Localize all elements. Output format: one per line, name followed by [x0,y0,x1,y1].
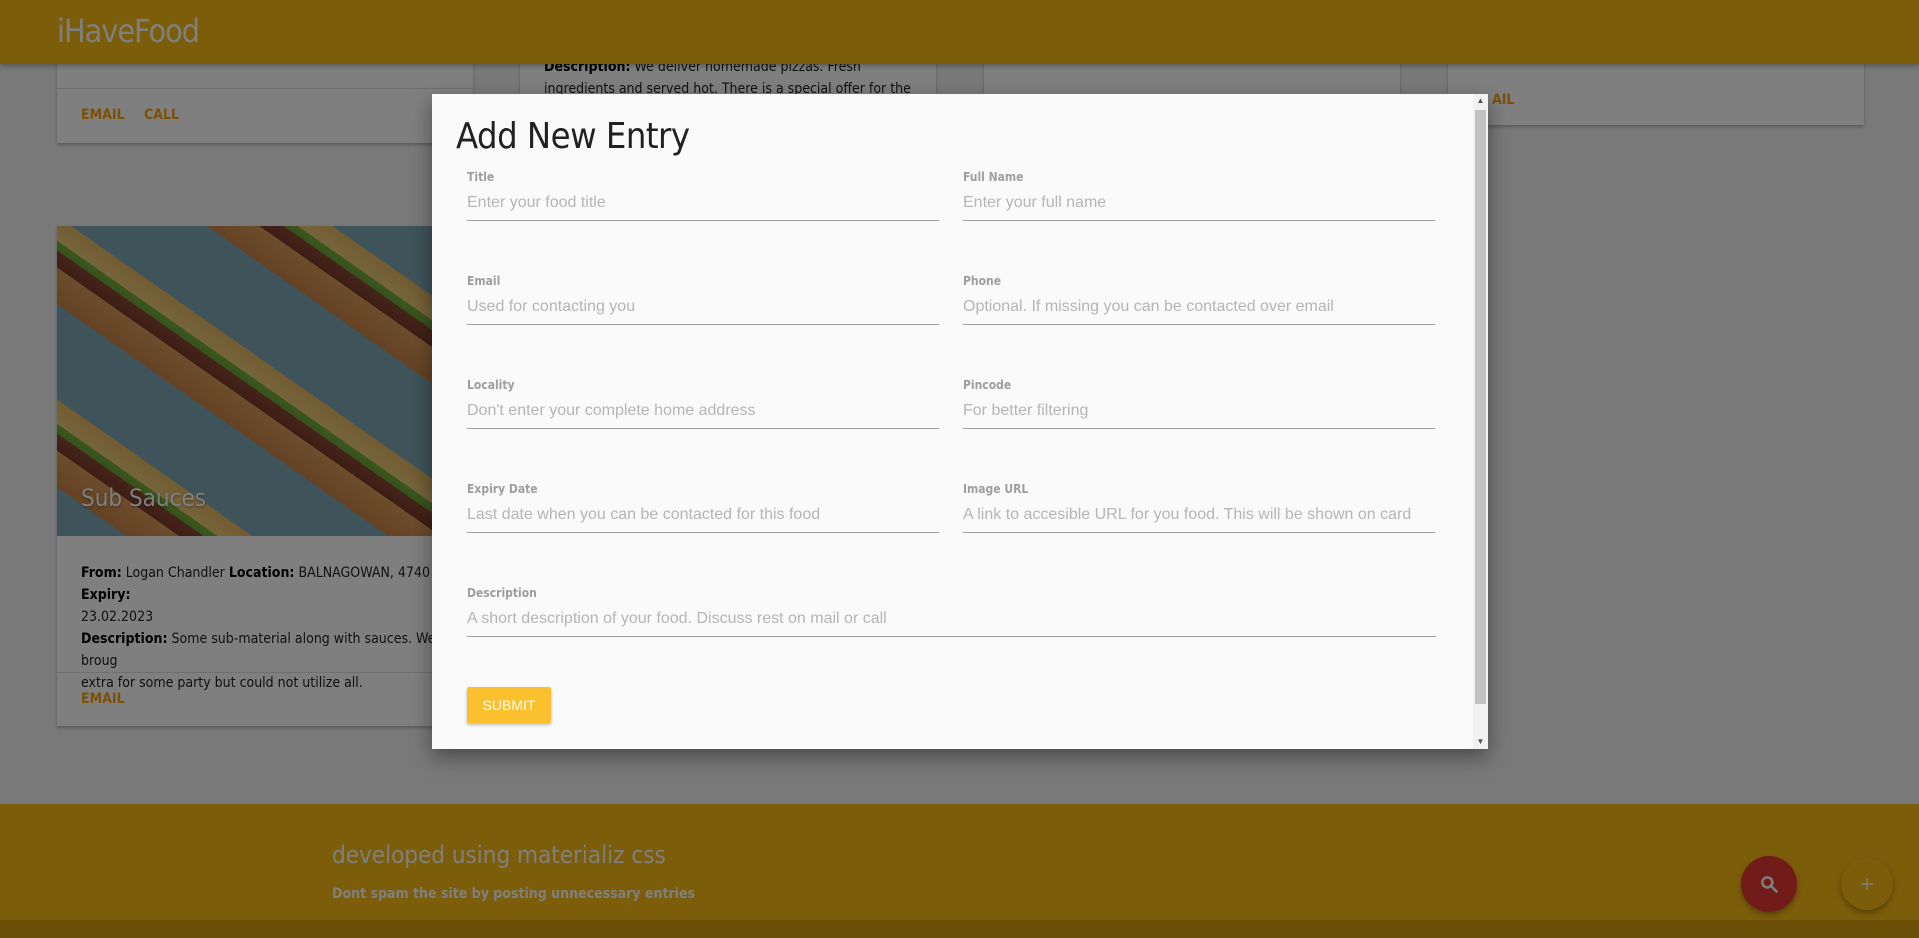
description-label: Description [467,586,537,600]
scroll-up-arrow-icon[interactable]: ▲ [1473,94,1488,108]
email-label: Email [467,274,501,288]
full-name-label: Full Name [963,170,1024,184]
pincode-label: Pincode [963,378,1012,392]
image-url-input[interactable] [963,498,1435,533]
locality-label: Locality [467,378,515,392]
expiry-date-label: Expiry Date [467,482,538,496]
full-name-input[interactable] [963,186,1435,221]
modal-scrollbar[interactable]: ▲ ▼ [1473,94,1488,749]
scroll-down-arrow-icon[interactable]: ▼ [1473,735,1488,749]
scrollbar-thumb[interactable] [1475,110,1486,704]
email-input[interactable] [467,290,939,325]
phone-input[interactable] [963,290,1435,325]
locality-input[interactable] [467,394,939,429]
modal-title: Add New Entry [456,116,690,157]
submit-button[interactable]: SUBMIT [467,687,551,723]
image-url-label: Image URL [963,482,1029,496]
title-input[interactable] [467,186,939,221]
add-entry-modal: Add New Entry Title Full Name Email Phon… [432,94,1488,749]
title-label: Title [467,170,495,184]
description-input[interactable] [467,602,1436,637]
expiry-date-input[interactable] [467,498,939,533]
phone-label: Phone [963,274,1002,288]
pincode-input[interactable] [963,394,1435,429]
